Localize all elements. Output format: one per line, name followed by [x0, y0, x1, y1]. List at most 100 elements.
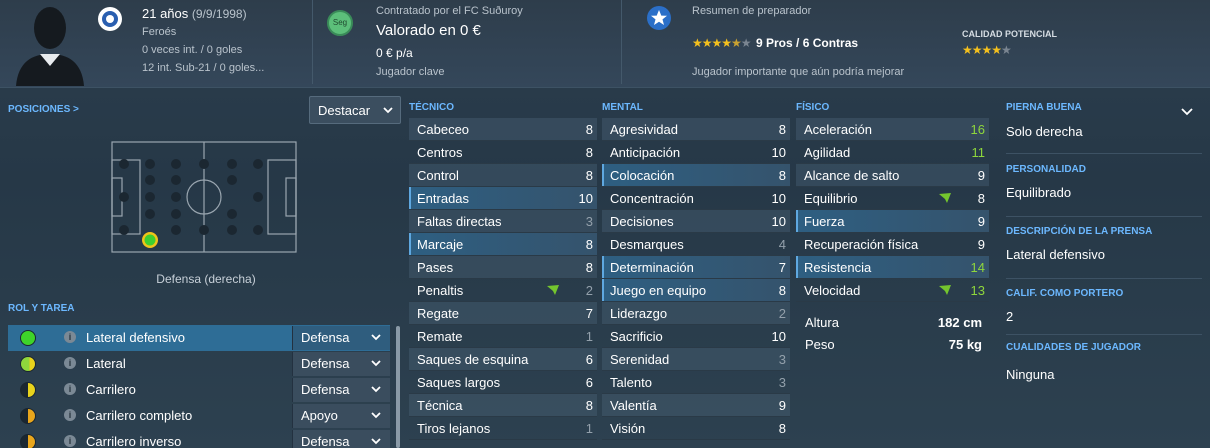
attribute-row[interactable]: Saques de esquina 6 [409, 348, 597, 371]
coach-note: Jugador importante que aún podría mejora… [692, 66, 905, 78]
potential-stars: ★★★★★ [962, 43, 1012, 57]
pitch-diagram [111, 141, 297, 253]
nation-flag-icon [98, 7, 122, 31]
attribute-row[interactable]: Visión 8 [602, 417, 790, 440]
divider [1006, 278, 1202, 279]
attribute-row[interactable]: Centros 8 [409, 141, 597, 164]
attribute-row[interactable]: Agresividad 8 [602, 118, 790, 141]
roles-scrollbar[interactable] [396, 326, 400, 448]
role-row[interactable]: i Carrilero Defensa [8, 377, 390, 403]
player-wage: 0 € p/a [376, 46, 413, 60]
player-traits: CUALIDADES DE JUGADOR Ninguna [1006, 342, 1142, 382]
attribute-row[interactable]: Remate 1 [409, 325, 597, 348]
role-suitability-icon [20, 408, 36, 424]
squad-status: Jugador clave [376, 66, 445, 78]
chevron-down-icon [371, 360, 381, 367]
preferred-foot[interactable]: PIERNA BUENA Solo derecha [1006, 102, 1202, 139]
contract-status-badge: Seg [327, 10, 353, 36]
technical-title: TÉCNICO [409, 102, 454, 113]
role-suitability-icon [20, 434, 36, 448]
player-info-panel: PIERNA BUENA Solo derecha PERSONALIDAD E… [1000, 96, 1210, 448]
header-divider [312, 0, 313, 84]
attribute-row[interactable]: Valentía 9 [602, 394, 790, 417]
role-row[interactable]: i Carrilero inverso Defensa [8, 429, 390, 448]
chevron-down-icon[interactable] [1180, 106, 1194, 118]
duty-dropdown[interactable]: Defensa [292, 326, 390, 350]
personality: PERSONALIDAD Equilibrado [1006, 164, 1087, 200]
attribute-row[interactable]: Sacrificio 10 [602, 325, 790, 348]
attribute-row[interactable]: Tiros lejanos 1 [409, 417, 597, 440]
attribute-row[interactable]: Control 8 [409, 164, 597, 187]
divider [1006, 216, 1202, 217]
goalkeeper-rating: CALIF. COMO PORTERO 2 [1006, 288, 1124, 324]
positions-title[interactable]: POSICIONES > [8, 104, 79, 115]
duty-dropdown[interactable]: Defensa [292, 430, 390, 448]
player-nationality[interactable]: Feroés [142, 26, 176, 38]
attribute-row[interactable]: Recuperación física 9 [796, 233, 989, 256]
role-suitability-icon [20, 356, 36, 372]
role-row[interactable]: i Carrilero completo Apoyo [8, 403, 390, 429]
info-icon[interactable]: i [64, 357, 76, 369]
weight-value: 75 kg [948, 337, 982, 352]
highlight-dropdown[interactable]: Destacar [309, 96, 401, 124]
player-header: 21 años (9/9/1998) Feroés 0 veces int. /… [0, 0, 1210, 88]
chevron-down-icon [371, 334, 381, 341]
attribute-row[interactable]: Técnica 8 [409, 394, 597, 417]
player-dob: (9/9/1998) [191, 7, 247, 21]
attribute-row[interactable]: Saques largos 6 [409, 371, 597, 394]
chevron-down-icon [371, 386, 381, 393]
attribute-row[interactable]: Pases 8 [409, 256, 597, 279]
attribute-row[interactable]: Decisiones 10 [602, 210, 790, 233]
attribute-row[interactable]: Desmarques 4 [602, 233, 790, 256]
mental-title: MENTAL [602, 102, 643, 113]
mental-column: MENTAL Agresividad 8 Anticipación 10 Coloc… [602, 96, 790, 440]
info-icon[interactable]: i [64, 435, 76, 447]
attribute-row[interactable]: Determinación 7 [602, 256, 790, 279]
attribute-row[interactable]: Agilidad 11 [796, 141, 989, 164]
attribute-row[interactable]: Alcance de salto 9 [796, 164, 989, 187]
attribute-row[interactable]: Talento 3 [602, 371, 790, 394]
attribute-row[interactable]: Concentración 10 [602, 187, 790, 210]
coach-summary-title[interactable]: Resumen de preparador [692, 5, 811, 17]
physical-column: FÍSICO Aceleración 16 Agilidad 11 Alcance … [796, 96, 989, 302]
attribute-row[interactable]: Regate 7 [409, 302, 597, 325]
attribute-row[interactable]: Juego en equipo 8 [602, 279, 790, 302]
contract-club[interactable]: Contratado por el FC Suðuroy [376, 5, 523, 17]
duty-dropdown[interactable]: Defensa [292, 378, 390, 402]
attribute-row[interactable]: Entradas 10 [409, 187, 597, 210]
attribute-row[interactable]: Aceleración 16 [796, 118, 989, 141]
player-age: 21 años [142, 6, 189, 21]
role-row[interactable]: i Lateral defensivo Defensa [8, 325, 390, 351]
pros-cons: 9 Pros / 6 Contras [756, 36, 859, 50]
chevron-down-icon [383, 107, 393, 114]
info-icon[interactable]: i [64, 331, 76, 343]
info-icon[interactable]: i [64, 409, 76, 421]
header-divider [621, 0, 622, 84]
attribute-row[interactable]: Equilibrio 8 [796, 187, 989, 210]
attribute-row[interactable]: Cabeceo 8 [409, 118, 597, 141]
trend-up-arrow-icon [939, 193, 951, 203]
attribute-row[interactable]: Penaltis 2 [409, 279, 597, 302]
attribute-row[interactable]: Velocidad 13 [796, 279, 989, 302]
chevron-down-icon [371, 438, 381, 445]
attribute-row[interactable]: Faltas directas 3 [409, 210, 597, 233]
weight-label: Peso [805, 337, 835, 352]
press-description: DESCRIPCIÓN DE LA PRENSA Lateral defensi… [1006, 226, 1153, 262]
role-row[interactable]: i Lateral Defensa [8, 351, 390, 377]
attribute-row[interactable]: Liderazgo 2 [602, 302, 790, 325]
duty-dropdown[interactable]: Defensa [292, 352, 390, 376]
role-title: ROL Y TAREA [8, 303, 75, 314]
attribute-row[interactable]: Colocación 8 [602, 164, 790, 187]
info-icon[interactable]: i [64, 383, 76, 395]
attribute-row[interactable]: Resistencia 14 [796, 256, 989, 279]
position-name: Defensa (derecha) [156, 272, 256, 286]
role-suitability-icon [20, 330, 36, 346]
technical-column: TÉCNICO Cabeceo 8 Centros 8 Control 8 Entra… [409, 96, 597, 440]
chevron-down-icon [371, 412, 381, 419]
attribute-row[interactable]: Anticipación 10 [602, 141, 790, 164]
duty-dropdown[interactable]: Apoyo [292, 404, 390, 428]
trend-up-arrow-icon [939, 285, 951, 295]
attribute-row[interactable]: Fuerza 9 [796, 210, 989, 233]
attribute-row[interactable]: Marcaje 8 [409, 233, 597, 256]
attribute-row[interactable]: Serenidad 3 [602, 348, 790, 371]
